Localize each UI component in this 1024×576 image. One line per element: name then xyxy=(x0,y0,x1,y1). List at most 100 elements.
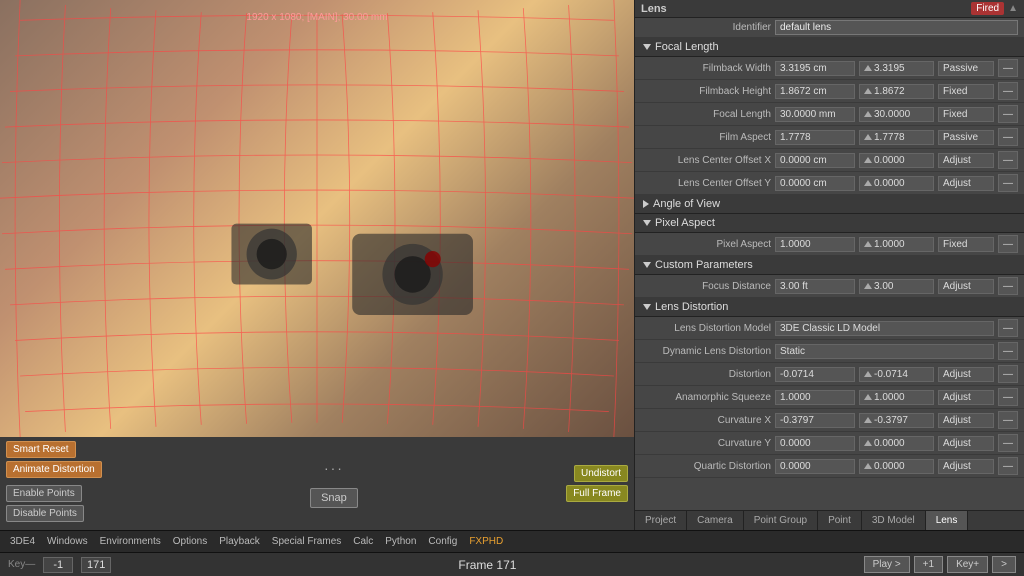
menu-windows[interactable]: Windows xyxy=(43,535,92,548)
lens-center-y-value2: 0.0000 xyxy=(859,176,934,191)
pixel-aspect-header[interactable]: Pixel Aspect xyxy=(635,214,1024,233)
identifier-input[interactable] xyxy=(775,20,1018,35)
filmback-width-minus-btn[interactable]: — xyxy=(998,59,1018,77)
custom-params-label: Custom Parameters xyxy=(655,259,753,271)
film-aspect-row: Film Aspect 1.7778 1.7778 Passive — xyxy=(635,126,1024,149)
lens-center-x-row: Lens Center Offset X 0.0000 cm 0.0000 Ad… xyxy=(635,149,1024,172)
tab-project[interactable]: Project xyxy=(635,511,687,530)
filmback-height-value2: 1.8672 xyxy=(859,84,934,99)
tab-lens[interactable]: Lens xyxy=(926,511,969,530)
lens-center-x-minus-btn[interactable]: — xyxy=(998,151,1018,169)
menu-playback[interactable]: Playback xyxy=(215,535,264,548)
filmback-width-row: Filmback Width 3.3195 cm 3.3195 Passive … xyxy=(635,57,1024,80)
menu-calc[interactable]: Calc xyxy=(349,535,377,548)
menu-environments[interactable]: Environments xyxy=(96,535,165,548)
plus1-button[interactable]: +1 xyxy=(914,556,943,573)
menu-bar: 3DE4 Windows Environments Options Playba… xyxy=(0,530,1024,552)
focus-distance-up-icon xyxy=(864,283,872,289)
arrow-right-button[interactable]: > xyxy=(992,556,1016,573)
focus-distance-minus-btn[interactable]: — xyxy=(998,277,1018,295)
viewport-bottom-bar: Smart Reset Animate Distortion Enable Po… xyxy=(0,437,634,530)
tab-point[interactable]: Point xyxy=(818,511,862,530)
dots-separator: ··· xyxy=(324,460,344,476)
lens-distortion-model-dropdown[interactable]: 3DE Classic LD Model xyxy=(775,321,994,336)
enable-points-button[interactable]: Enable Points xyxy=(6,485,82,502)
pixel-aspect-label: Pixel Aspect xyxy=(655,217,715,229)
lens-distortion-header[interactable]: Lens Distortion xyxy=(635,298,1024,317)
collapse-lens-distortion-icon xyxy=(643,304,651,310)
lens-center-y-row: Lens Center Offset Y 0.0000 cm 0.0000 Ad… xyxy=(635,172,1024,195)
snap-button[interactable]: Snap xyxy=(310,488,358,508)
filmback-height-minus-btn[interactable]: — xyxy=(998,82,1018,100)
quartic-minus-btn[interactable]: — xyxy=(998,457,1018,475)
filmback-width-mode: Passive xyxy=(938,61,994,76)
distortion-label: Distortion xyxy=(641,369,771,380)
tab-3d-model[interactable]: 3D Model xyxy=(862,511,926,530)
animate-distortion-button[interactable]: Animate Distortion xyxy=(6,461,102,478)
play-button[interactable]: Play > xyxy=(864,556,910,573)
focal-length-value2: 30.0000 xyxy=(859,107,934,122)
collapse-focal-length-icon xyxy=(643,44,651,50)
lens-distortion-model-label: Lens Distortion Model xyxy=(641,323,771,334)
disable-points-button[interactable]: Disable Points xyxy=(6,505,84,522)
anamorphic-mode: Adjust xyxy=(938,390,994,405)
viewport-panel: 1920 x 1080; [MAIN]; 30.00 mm Smart Rese… xyxy=(0,0,634,530)
custom-params-header[interactable]: Custom Parameters xyxy=(635,256,1024,275)
right-panel-scroll[interactable]: Identifier Focal Length Filmback Width 3… xyxy=(635,18,1024,510)
lens-center-y-minus-btn[interactable]: — xyxy=(998,174,1018,192)
angle-of-view-header[interactable]: Angle of View xyxy=(635,195,1024,214)
distortion-value2: -0.0714 xyxy=(859,367,934,382)
focus-distance-value2: 3.00 xyxy=(859,279,934,294)
curvature-x-value2: -0.3797 xyxy=(859,413,934,428)
dynamic-lens-distortion-minus-btn[interactable]: — xyxy=(998,342,1018,360)
curvature-y-minus-btn[interactable]: — xyxy=(998,434,1018,452)
focal-length-mode: Fixed xyxy=(938,107,994,122)
collapse-custom-params-icon xyxy=(643,262,651,268)
quartic-label: Quartic Distortion xyxy=(641,461,771,472)
quartic-mode: Adjust xyxy=(938,459,994,474)
play-controls: Play > +1 Key+ > xyxy=(864,556,1016,573)
keyplus-button[interactable]: Key+ xyxy=(947,556,988,573)
filmback-height-value: 1.8672 cm xyxy=(775,84,855,99)
curvature-x-minus-btn[interactable]: — xyxy=(998,411,1018,429)
distortion-minus-btn[interactable]: — xyxy=(998,365,1018,383)
tab-point-group[interactable]: Point Group xyxy=(744,511,818,530)
filmback-height-row: Filmback Height 1.8672 cm 1.8672 Fixed — xyxy=(635,80,1024,103)
focus-distance-row: Focus Distance 3.00 ft 3.00 Adjust — xyxy=(635,275,1024,298)
full-frame-button[interactable]: Full Frame xyxy=(566,485,628,502)
focal-length-row: Focal Length 30.0000 mm 30.0000 Fixed — xyxy=(635,103,1024,126)
pixel-aspect-mode: Fixed xyxy=(938,237,994,252)
focus-distance-value: 3.00 ft xyxy=(775,279,855,294)
lens-distortion-model-minus-btn[interactable]: — xyxy=(998,319,1018,337)
identifier-row: Identifier xyxy=(635,18,1024,38)
focal-length-up-icon xyxy=(864,111,872,117)
anamorphic-up-icon xyxy=(864,394,872,400)
menu-3de4[interactable]: 3DE4 xyxy=(6,535,39,548)
smart-reset-button[interactable]: Smart Reset xyxy=(6,441,76,458)
film-aspect-minus-btn[interactable]: — xyxy=(998,128,1018,146)
menu-fxphd[interactable]: FXPHD xyxy=(465,535,507,548)
key-label: Key— xyxy=(8,559,35,570)
menu-config[interactable]: Config xyxy=(424,535,461,548)
tab-camera[interactable]: Camera xyxy=(687,511,744,530)
focal-length-minus-btn[interactable]: — xyxy=(998,105,1018,123)
viewport-resolution-label: 1920 x 1080; [MAIN]; 30.00 mm xyxy=(246,12,387,23)
dynamic-lens-distortion-dropdown[interactable]: Static xyxy=(775,344,994,359)
fired-badge: Fired xyxy=(971,2,1004,15)
lens-center-x-value2: 0.0000 xyxy=(859,153,934,168)
distortion-row: Distortion -0.0714 -0.0714 Adjust — xyxy=(635,363,1024,386)
menu-options[interactable]: Options xyxy=(169,535,211,548)
scrollbar-up-arrow[interactable]: ▲ xyxy=(1008,3,1018,14)
identifier-label: Identifier xyxy=(641,22,771,33)
curvature-x-value: -0.3797 xyxy=(775,413,855,428)
anamorphic-minus-btn[interactable]: — xyxy=(998,388,1018,406)
pixel-aspect-minus-btn[interactable]: — xyxy=(998,235,1018,253)
lens-center-y-label: Lens Center Offset Y xyxy=(641,178,771,189)
filmback-width-value2: 3.3195 xyxy=(859,61,934,76)
menu-special-frames[interactable]: Special Frames xyxy=(268,535,345,548)
dynamic-lens-distortion-label: Dynamic Lens Distortion xyxy=(641,346,771,357)
pixel-aspect-value2: 1.0000 xyxy=(859,237,934,252)
undistort-button[interactable]: Undistort xyxy=(574,465,628,482)
focal-length-header[interactable]: Focal Length xyxy=(635,38,1024,57)
menu-python[interactable]: Python xyxy=(381,535,420,548)
